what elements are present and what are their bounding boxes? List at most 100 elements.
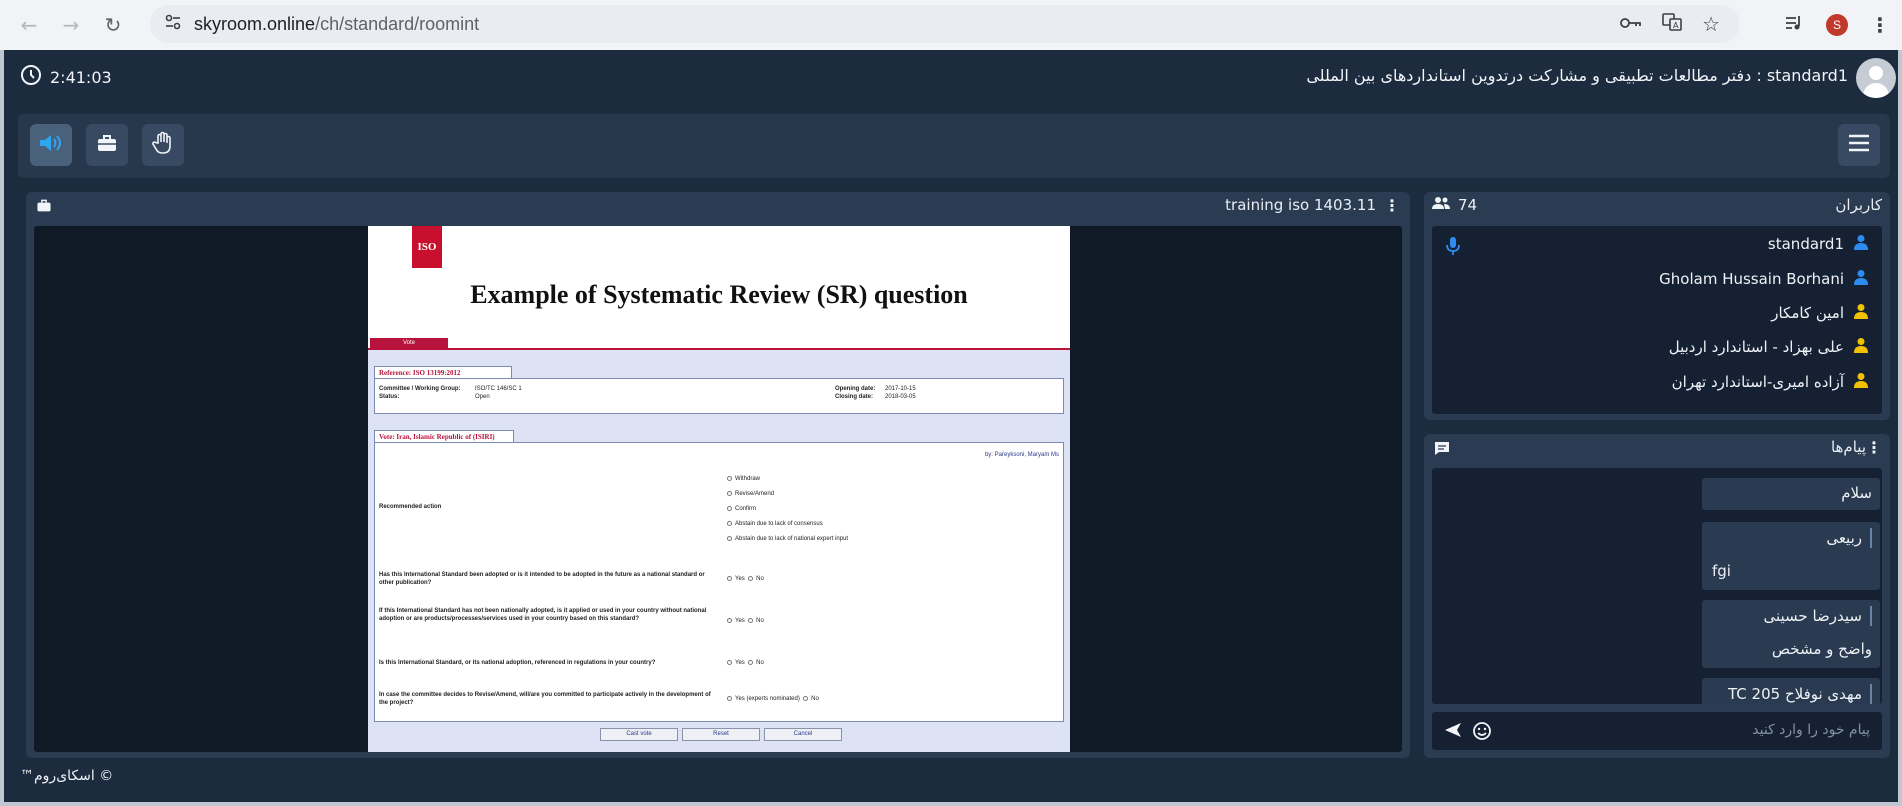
- users-icon: [1432, 196, 1450, 214]
- person-icon: [1854, 337, 1868, 357]
- chat-title: پیام‌ها: [1830, 438, 1866, 456]
- translate-icon[interactable]: A: [1662, 12, 1682, 36]
- clock-icon: [20, 64, 42, 90]
- yes-no-row[interactable]: Yes No: [727, 617, 764, 625]
- browser-toolbar: ← → ↻ skyroom.online/ch/standard/roomint…: [0, 0, 1902, 50]
- speaker-icon: [38, 132, 64, 158]
- no-label: No: [756, 618, 764, 624]
- room-header: 2:41:03 standard1 : دفتر مطالعات تطبیقی …: [4, 50, 1898, 110]
- option-row[interactable]: Withdraw: [727, 475, 760, 483]
- presentation-options-icon[interactable]: ⋮: [1384, 196, 1400, 215]
- message-text: fgi: [1712, 562, 1731, 580]
- site-settings-icon[interactable]: [164, 13, 182, 35]
- footer-copyright: © اسکای‌روم™: [20, 768, 114, 784]
- option-row[interactable]: Abstain due to lack of consensus: [727, 520, 823, 528]
- speaker-button[interactable]: [30, 124, 72, 166]
- users-panel: 74 کاربران standard1 Gholam Hussain Borh…: [1424, 192, 1890, 420]
- chat-icon: [1434, 440, 1450, 460]
- yes-no-row[interactable]: Yes No: [727, 659, 764, 667]
- option-label: Confirm: [735, 506, 757, 512]
- chat-options-icon[interactable]: ⋮: [1866, 438, 1882, 457]
- recommended-action-label: Recommended action: [379, 504, 442, 510]
- closing-value: 2018-03-05: [885, 394, 916, 400]
- status-label: Status:: [379, 394, 400, 400]
- more-vert-icon[interactable]: ⋮: [1870, 13, 1890, 37]
- committee-value: ISO/TC 146/SC 1: [475, 386, 522, 392]
- option-row[interactable]: Abstain due to lack of national expert i…: [727, 535, 848, 543]
- url-host: skyroom.online: [194, 13, 316, 34]
- bookmark-star-icon[interactable]: ☆: [1702, 12, 1720, 36]
- option-label: Withdraw: [735, 476, 761, 482]
- briefcase-icon: [96, 133, 118, 157]
- microphone-icon: [1446, 236, 1460, 260]
- question-4: In case the committee decides to Revise/…: [379, 692, 711, 706]
- user-avatar[interactable]: [1856, 58, 1896, 98]
- room-title: standard1 : دفتر مطالعات تطبیقی و مشارکت…: [1306, 66, 1848, 85]
- emoji-icon[interactable]: [1472, 721, 1492, 745]
- chat-message: مهدی نوفلاح TC 205: [1702, 678, 1880, 704]
- message-author: سیدرضا حسینی: [1764, 606, 1872, 626]
- chat-message: ربیعی fgi: [1702, 522, 1880, 590]
- yes-label: Yes: [735, 576, 745, 582]
- yes-label: Yes: [735, 660, 745, 666]
- chat-placeholder: پیام خود را وارد کنید: [1752, 722, 1870, 738]
- address-bar[interactable]: skyroom.online/ch/standard/roomint A ☆: [150, 5, 1740, 43]
- option-row[interactable]: Confirm: [727, 505, 756, 513]
- reload-icon[interactable]: ↻: [96, 8, 130, 42]
- chat-message: سلام: [1702, 478, 1880, 510]
- hand-icon: [152, 131, 174, 159]
- cast-vote-button[interactable]: Cast vote: [600, 728, 678, 741]
- user-row[interactable]: standard1: [1768, 232, 1868, 256]
- send-icon[interactable]: [1444, 722, 1462, 742]
- option-label: Abstain due to lack of consensus: [735, 521, 823, 527]
- chat-input[interactable]: پیام خود را وارد کنید: [1432, 712, 1882, 750]
- slide-reference-box: Committee / Working Group: ISO/TC 146/SC…: [374, 378, 1064, 414]
- back-arrow-icon[interactable]: ←: [12, 8, 46, 42]
- by-line: by: Pareyksoni, Maryam Ms: [984, 452, 1059, 458]
- user-row[interactable]: Gholam Hussain Borhani: [1659, 267, 1868, 291]
- hamburger-menu-button[interactable]: [1838, 124, 1880, 166]
- option-label: Abstain due to lack of national expert i…: [735, 536, 849, 542]
- yes-label: Yes: [735, 618, 745, 624]
- skyroom-app: 2:41:03 standard1 : دفتر مطالعات تطبیقی …: [0, 50, 1902, 806]
- user-name: علی بهزاد - استاندارد اردبیل: [1668, 338, 1844, 356]
- user-row[interactable]: علی بهزاد - استاندارد اردبیل: [1669, 335, 1868, 359]
- reset-button[interactable]: Reset: [682, 728, 760, 741]
- raise-hand-button[interactable]: [142, 124, 184, 166]
- closing-label: Closing date:: [835, 394, 874, 400]
- opening-value: 2017-10-15: [885, 386, 916, 392]
- users-count-value: 74: [1458, 196, 1478, 214]
- users-list: standard1 Gholam Hussain Borhani امین کا…: [1432, 226, 1882, 414]
- timer-value: 2:41:03: [50, 67, 112, 87]
- forward-arrow-icon[interactable]: →: [54, 8, 88, 42]
- chat-message: سیدرضا حسینی واضح و مشخص: [1702, 600, 1880, 668]
- message-author: مهدی نوفلاح TC 205: [1728, 684, 1872, 704]
- question-1: Has this International Standard been ado…: [379, 572, 705, 586]
- session-timer: 2:41:03: [20, 64, 112, 90]
- message-author: ربیعی: [1826, 528, 1872, 548]
- key-icon[interactable]: [1620, 15, 1642, 34]
- option-label: Revise/Amend: [735, 491, 775, 497]
- yes-no-row[interactable]: Yes (experts nominated) No: [727, 695, 819, 703]
- yes-experts-label: Yes (experts nominated): [735, 696, 800, 702]
- media-controls-icon[interactable]: [1784, 14, 1804, 36]
- profile-avatar[interactable]: S: [1826, 14, 1848, 36]
- yes-no-row[interactable]: Yes No: [727, 575, 764, 583]
- users-count: 74: [1432, 196, 1477, 214]
- whiteboard-button[interactable]: [86, 124, 128, 166]
- cancel-button[interactable]: Cancel: [764, 728, 842, 741]
- user-name: standard1: [1767, 235, 1844, 253]
- iso-logo: ISO: [412, 226, 442, 268]
- slide-form: Reference: ISO 13199:2012 Committee / Wo…: [368, 350, 1070, 752]
- person-icon: [1854, 372, 1868, 392]
- person-icon: [1854, 303, 1868, 323]
- user-row[interactable]: امین کامکار: [1771, 301, 1868, 325]
- option-row[interactable]: Revise/Amend: [727, 490, 774, 498]
- presentation-viewport: ISO Example of Systematic Review (SR) qu…: [34, 226, 1402, 752]
- url-text: skyroom.online/ch/standard/roomint: [194, 14, 479, 35]
- user-row[interactable]: آزاده امیری-استاندارد تهران: [1672, 370, 1868, 394]
- message-text: سلام: [1841, 484, 1872, 502]
- no-label: No: [756, 576, 764, 582]
- briefcase-icon: [36, 198, 52, 217]
- user-name: Gholam Hussain Borhani: [1659, 270, 1844, 288]
